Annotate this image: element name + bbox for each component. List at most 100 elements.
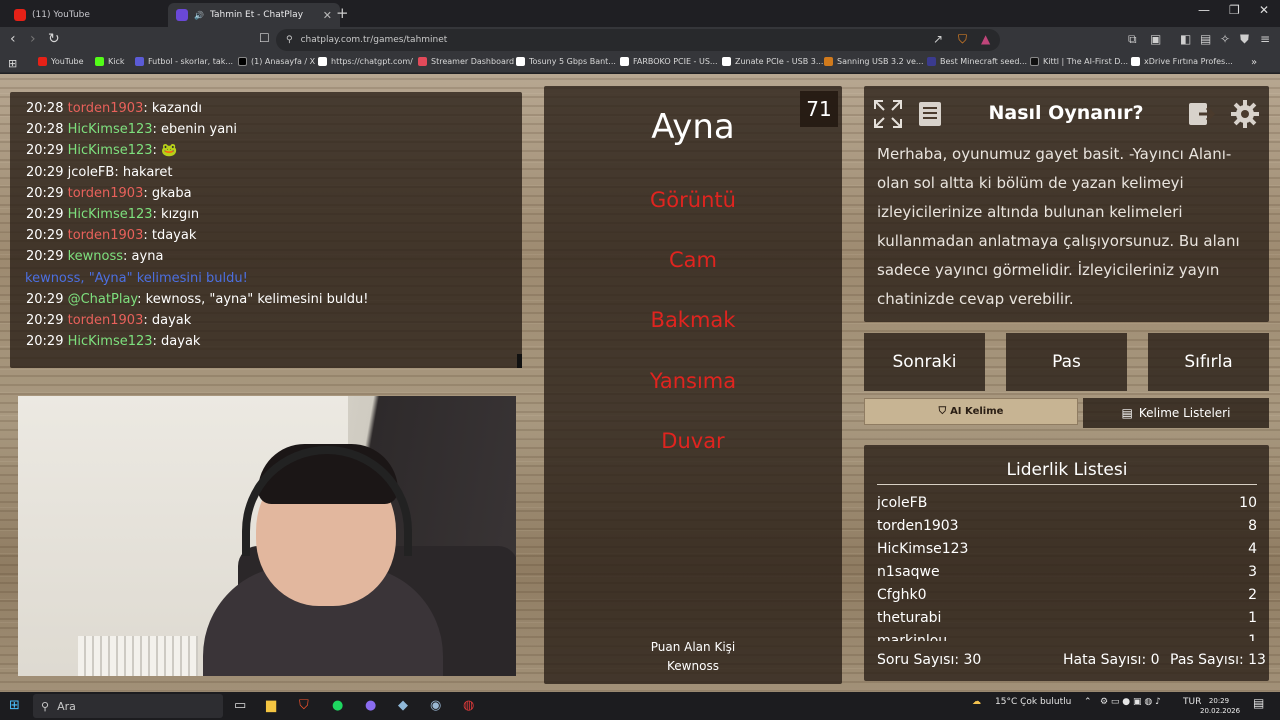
ai-word-label: AI Kelime	[950, 406, 1004, 417]
task-view-icon[interactable]: ▭	[234, 698, 246, 713]
wallet-icon[interactable]: ▣	[1150, 32, 1161, 46]
tray-icons[interactable]: ⚙ ▭ ● ▣ ◍ ♪	[1100, 697, 1161, 707]
chat-username[interactable]: kewnoss	[68, 249, 123, 264]
discord-icon[interactable]: ●	[365, 698, 376, 713]
word-lists-button[interactable]: ▤ Kelime Listeleri	[1083, 398, 1269, 428]
notification-icon[interactable]: ▤	[1253, 696, 1264, 710]
chat-username[interactable]: @ChatPlay	[68, 292, 138, 307]
menu-icon[interactable]: ≡	[1260, 32, 1270, 46]
chat-text: : dayak	[152, 334, 201, 350]
leaderboard-list: jcoleFB 10 torden1903 8 HicKimse123 4 n1saqwe 3…	[877, 493, 1257, 641]
bookmark-kittl[interactable]: Kittl | The AI-First D...	[1030, 57, 1128, 66]
rewards-icon[interactable]: ▲	[981, 32, 990, 46]
bookmark-kick[interactable]: Kick	[95, 57, 125, 66]
bookmark-xdrive[interactable]: xDrive Fırtına Profes...	[1131, 57, 1233, 66]
bookmark-minecraft[interactable]: Best Minecraft seed...	[927, 57, 1027, 66]
address-bar[interactable]: ⚲ chatplay.com.tr/games/tahminet	[276, 29, 1000, 51]
bookmark-tosuny[interactable]: Tosuny 5 Gbps Bant...	[516, 57, 616, 66]
tray-overflow-icon[interactable]: ⌃	[1084, 697, 1092, 707]
extensions-icon[interactable]: ⧉	[1128, 32, 1137, 47]
bookmark-futbol[interactable]: Futbol - skorlar, tak...	[135, 57, 233, 66]
steam-icon[interactable]: ◉	[430, 698, 441, 713]
file-explorer-icon[interactable]: ▆	[266, 698, 276, 713]
bookmark-farboko[interactable]: FARBOKO PCIE - US...	[620, 57, 718, 66]
shield-icon: ⛉	[938, 406, 947, 417]
tab-chatplay[interactable]: 🔊 Tahmin Et - ChatPlay ✕	[168, 3, 340, 27]
vpn-icon[interactable]: ⛊	[1240, 32, 1249, 47]
spotify-icon[interactable]: ●	[332, 698, 343, 713]
forbidden-word: Bakmak	[650, 308, 736, 332]
chat-timestamp: 20:29	[26, 249, 64, 265]
obs-icon[interactable]: ◍	[463, 698, 474, 713]
settings-app-icon[interactable]: ◆	[398, 698, 408, 713]
minimize-icon[interactable]: —	[1198, 3, 1210, 17]
bookmark-chatgpt[interactable]: https://chatgpt.com/	[318, 57, 413, 66]
weather-text[interactable]: 15°C Çok bulutlu	[995, 697, 1071, 707]
chat-timestamp: 20:29	[26, 334, 64, 350]
chat-timestamp: 20:29	[26, 185, 64, 201]
how-to-play-title: Nasıl Oynanır?	[988, 102, 1144, 124]
forward-icon[interactable]: ›	[30, 31, 36, 47]
bookmark-zunate[interactable]: Zunate PCIe - USB 3....	[722, 57, 826, 66]
back-icon[interactable]: ‹	[10, 31, 16, 47]
chat-username[interactable]: torden1903	[68, 101, 144, 116]
wallet2-icon[interactable]: ▤	[1200, 32, 1211, 46]
bookmark-streamer[interactable]: Streamer Dashboard	[418, 57, 514, 66]
more-bookmarks-icon[interactable]: »	[1251, 57, 1257, 68]
bookmark-label: Kick	[108, 57, 125, 66]
forbidden-word: Duvar	[661, 429, 725, 453]
chat-username[interactable]: torden1903	[68, 228, 144, 243]
reset-button[interactable]: Sıfırla	[1148, 333, 1269, 391]
bookmark-icon[interactable]: ☐	[259, 31, 270, 45]
leaderboard-name: jcoleFB	[877, 495, 928, 511]
settings-gear-icon[interactable]	[1228, 97, 1262, 131]
ai-word-button[interactable]: ⛉ AI Kelime	[864, 398, 1078, 425]
bookmark-youtube[interactable]: YouTube	[38, 57, 84, 66]
audio-icon[interactable]: 🔊	[194, 11, 204, 20]
chat-scrollbar[interactable]	[517, 354, 522, 368]
leaderboard-name: markinlou	[877, 633, 948, 641]
share-icon[interactable]: ↗	[933, 32, 943, 46]
chat-username[interactable]: HicKimse123	[68, 122, 153, 137]
leaderboard-score: 10	[1239, 495, 1257, 511]
streamer-icon	[418, 57, 427, 66]
leo-icon[interactable]: ✧	[1220, 32, 1230, 46]
chat-message: 20:29 HicKimse123: dayak	[26, 331, 506, 352]
chat-timestamp: 20:29	[26, 164, 64, 180]
clock[interactable]: 20:29 20.02.2026	[1200, 696, 1240, 716]
language-indicator[interactable]: TUR	[1183, 697, 1201, 707]
fullscreen-icon[interactable]	[871, 97, 905, 131]
weather-icon[interactable]: ☁	[972, 697, 981, 707]
chat-username[interactable]: jcoleFB	[68, 165, 115, 180]
new-tab-button[interactable]: +	[336, 4, 349, 22]
leaderboard-row: n1saqwe 3	[877, 562, 1257, 585]
reload-icon[interactable]: ↻	[48, 31, 60, 47]
notes-icon[interactable]	[913, 97, 947, 131]
brave-icon[interactable]: ⛉	[299, 698, 309, 713]
sidebar-icon[interactable]: ◧	[1180, 32, 1191, 46]
tab-youtube[interactable]: (11) YouTube	[6, 3, 178, 27]
close-tab-icon[interactable]: ✕	[323, 9, 332, 22]
site-info-icon[interactable]: ⚲	[286, 35, 293, 45]
close-window-icon[interactable]: ✕	[1259, 3, 1269, 17]
brave-shield-icon[interactable]: ⛉	[958, 32, 967, 47]
start-icon[interactable]: ⊞	[9, 698, 20, 713]
bookmark-sanning[interactable]: Sanning USB 3.2 ve...	[824, 57, 924, 66]
next-button[interactable]: Sonraki	[864, 333, 985, 391]
pass-button[interactable]: Pas	[1006, 333, 1127, 391]
chat-username[interactable]: torden1903	[68, 313, 144, 328]
word-lists-label: Kelime Listeleri	[1138, 406, 1231, 420]
chat-username[interactable]: torden1903	[68, 186, 144, 201]
chat-username[interactable]: HicKimse123	[68, 334, 153, 349]
apps-icon[interactable]: ⊞	[8, 57, 17, 70]
logout-icon[interactable]	[1185, 97, 1219, 131]
leaderboard-name: torden1903	[877, 518, 959, 534]
chat-username[interactable]: HicKimse123	[68, 207, 153, 222]
restore-icon[interactable]: ❐	[1229, 3, 1240, 17]
chat-message: 20:29 torden1903: gkaba	[26, 183, 506, 204]
taskbar-search[interactable]: ⚲ Ara	[33, 694, 223, 718]
chat-message: 20:29 HicKimse123: 🐸	[26, 140, 506, 161]
bookmark-x[interactable]: (1) Anasayfa / X	[238, 57, 315, 66]
chat-username[interactable]: HicKimse123	[68, 143, 153, 158]
leaderboard-score: 1	[1248, 633, 1257, 641]
